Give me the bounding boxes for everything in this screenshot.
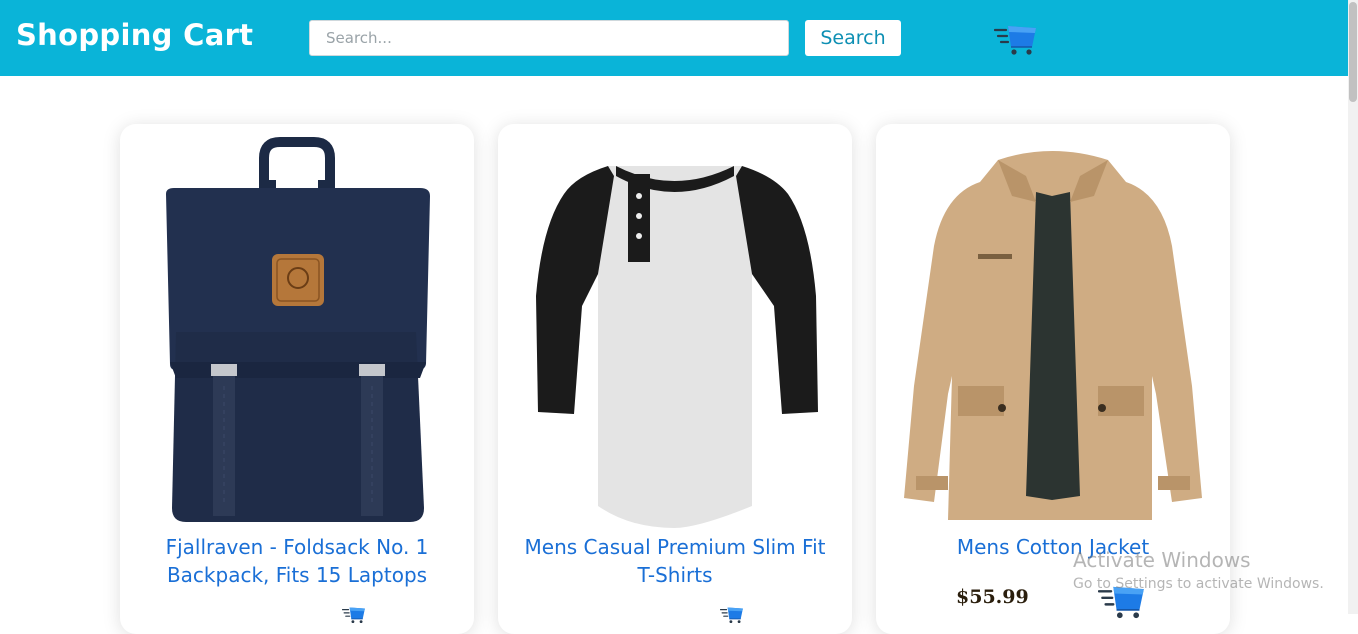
brand-title[interactable]: Shopping Cart xyxy=(16,18,253,52)
add-to-cart-icon[interactable] xyxy=(719,604,744,624)
top-navbar: Shopping Cart Search xyxy=(0,0,1348,76)
page-scrollbar[interactable] xyxy=(1348,0,1358,614)
scrollbar-thumb[interactable] xyxy=(1349,2,1357,102)
jacket-image[interactable] xyxy=(876,136,1230,528)
product-card: Mens Cotton Jacket $55.99 xyxy=(876,124,1230,634)
product-card: Mens Casual Premium Slim Fit T-Shirts xyxy=(498,124,852,634)
add-to-cart-icon[interactable] xyxy=(341,604,366,624)
product-card: Fjallraven - Foldsack No. 1 Backpack, Fi… xyxy=(120,124,474,634)
add-to-cart-icon[interactable] xyxy=(1097,580,1146,620)
search-input[interactable] xyxy=(309,20,789,56)
product-title[interactable]: Mens Casual Premium Slim Fit T-Shirts xyxy=(514,533,836,589)
product-price: $55.99 xyxy=(956,586,1029,608)
backpack-image[interactable] xyxy=(120,136,474,528)
tshirt-image[interactable] xyxy=(498,136,852,528)
cart-icon[interactable] xyxy=(993,20,1038,56)
product-title[interactable]: Mens Cotton Jacket xyxy=(892,533,1214,561)
product-title[interactable]: Fjallraven - Foldsack No. 1 Backpack, Fi… xyxy=(136,533,458,589)
search-button[interactable]: Search xyxy=(805,20,901,56)
